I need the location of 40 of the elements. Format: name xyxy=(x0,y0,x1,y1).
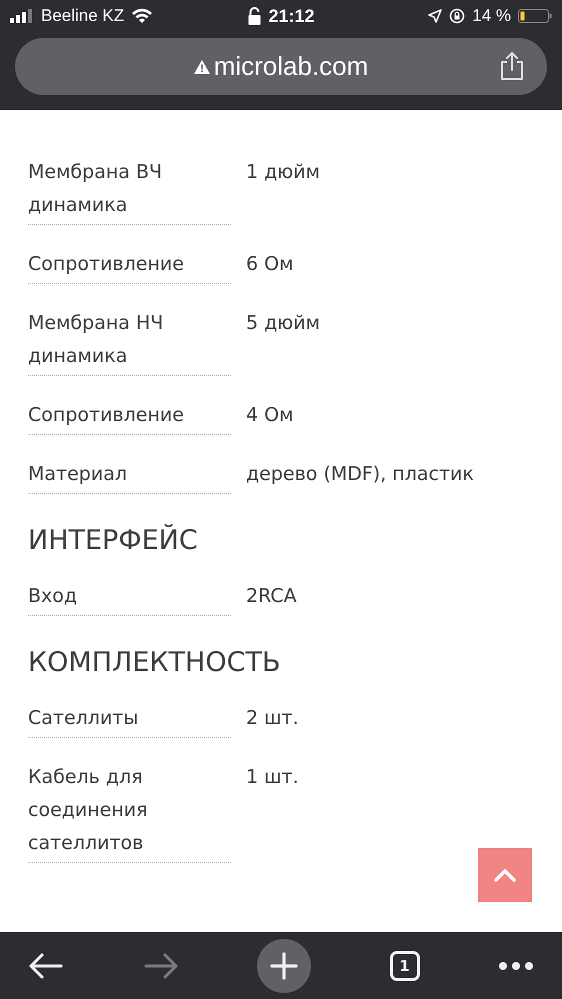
rotation-lock-icon xyxy=(449,8,466,24)
clock: 21:12 xyxy=(268,6,315,26)
tabs-button[interactable]: 1 xyxy=(390,950,420,980)
spec-label: Мембрана ВЧ динамика xyxy=(28,156,231,225)
spec-label: Сопротивление xyxy=(28,248,231,284)
url-text: microlab.com xyxy=(214,51,368,82)
spec-value: дерево (MDF), пластик xyxy=(246,462,474,487)
spec-label: Сопротивление xyxy=(28,399,231,435)
arrow-right-icon xyxy=(142,952,178,980)
spec-value: 2 шт. xyxy=(246,706,299,731)
more-button[interactable] xyxy=(498,960,534,970)
signal-icon xyxy=(10,9,34,23)
spec-value: 5 дюйм xyxy=(246,311,320,336)
share-icon[interactable] xyxy=(499,51,525,81)
more-icon xyxy=(498,960,534,970)
carrier-name: Beeline KZ xyxy=(41,6,124,26)
spec-label: Вход xyxy=(28,580,231,616)
back-button[interactable] xyxy=(28,952,64,980)
spec-value: 4 Ом xyxy=(246,403,294,428)
address-bar[interactable]: microlab.com xyxy=(15,38,547,95)
spec-label: Материал xyxy=(28,458,231,494)
lock-icon xyxy=(247,7,262,25)
warning-icon xyxy=(194,60,210,74)
spec-label: Кабель для соединения сателлитов xyxy=(28,761,231,863)
location-icon xyxy=(428,9,442,23)
chevron-up-icon xyxy=(494,868,516,882)
section-heading: ИНТЕРФЕЙС xyxy=(28,524,199,558)
spec-value: 2RCA xyxy=(246,584,297,609)
plus-icon xyxy=(270,952,298,980)
spec-label: Сателлиты xyxy=(28,702,231,738)
wifi-icon xyxy=(131,8,154,24)
spec-value: 6 Ом xyxy=(246,252,294,277)
spec-value: 1 дюйм xyxy=(246,160,320,185)
battery-icon xyxy=(518,9,552,23)
battery-percent: 14 % xyxy=(472,6,511,26)
spec-label: Мембрана НЧ динамика xyxy=(28,307,231,376)
section-heading: КОМПЛЕКТНОСТЬ xyxy=(28,646,282,680)
arrow-left-icon xyxy=(28,952,64,980)
new-tab-button[interactable] xyxy=(257,938,311,992)
spec-value: 1 шт. xyxy=(246,765,299,790)
